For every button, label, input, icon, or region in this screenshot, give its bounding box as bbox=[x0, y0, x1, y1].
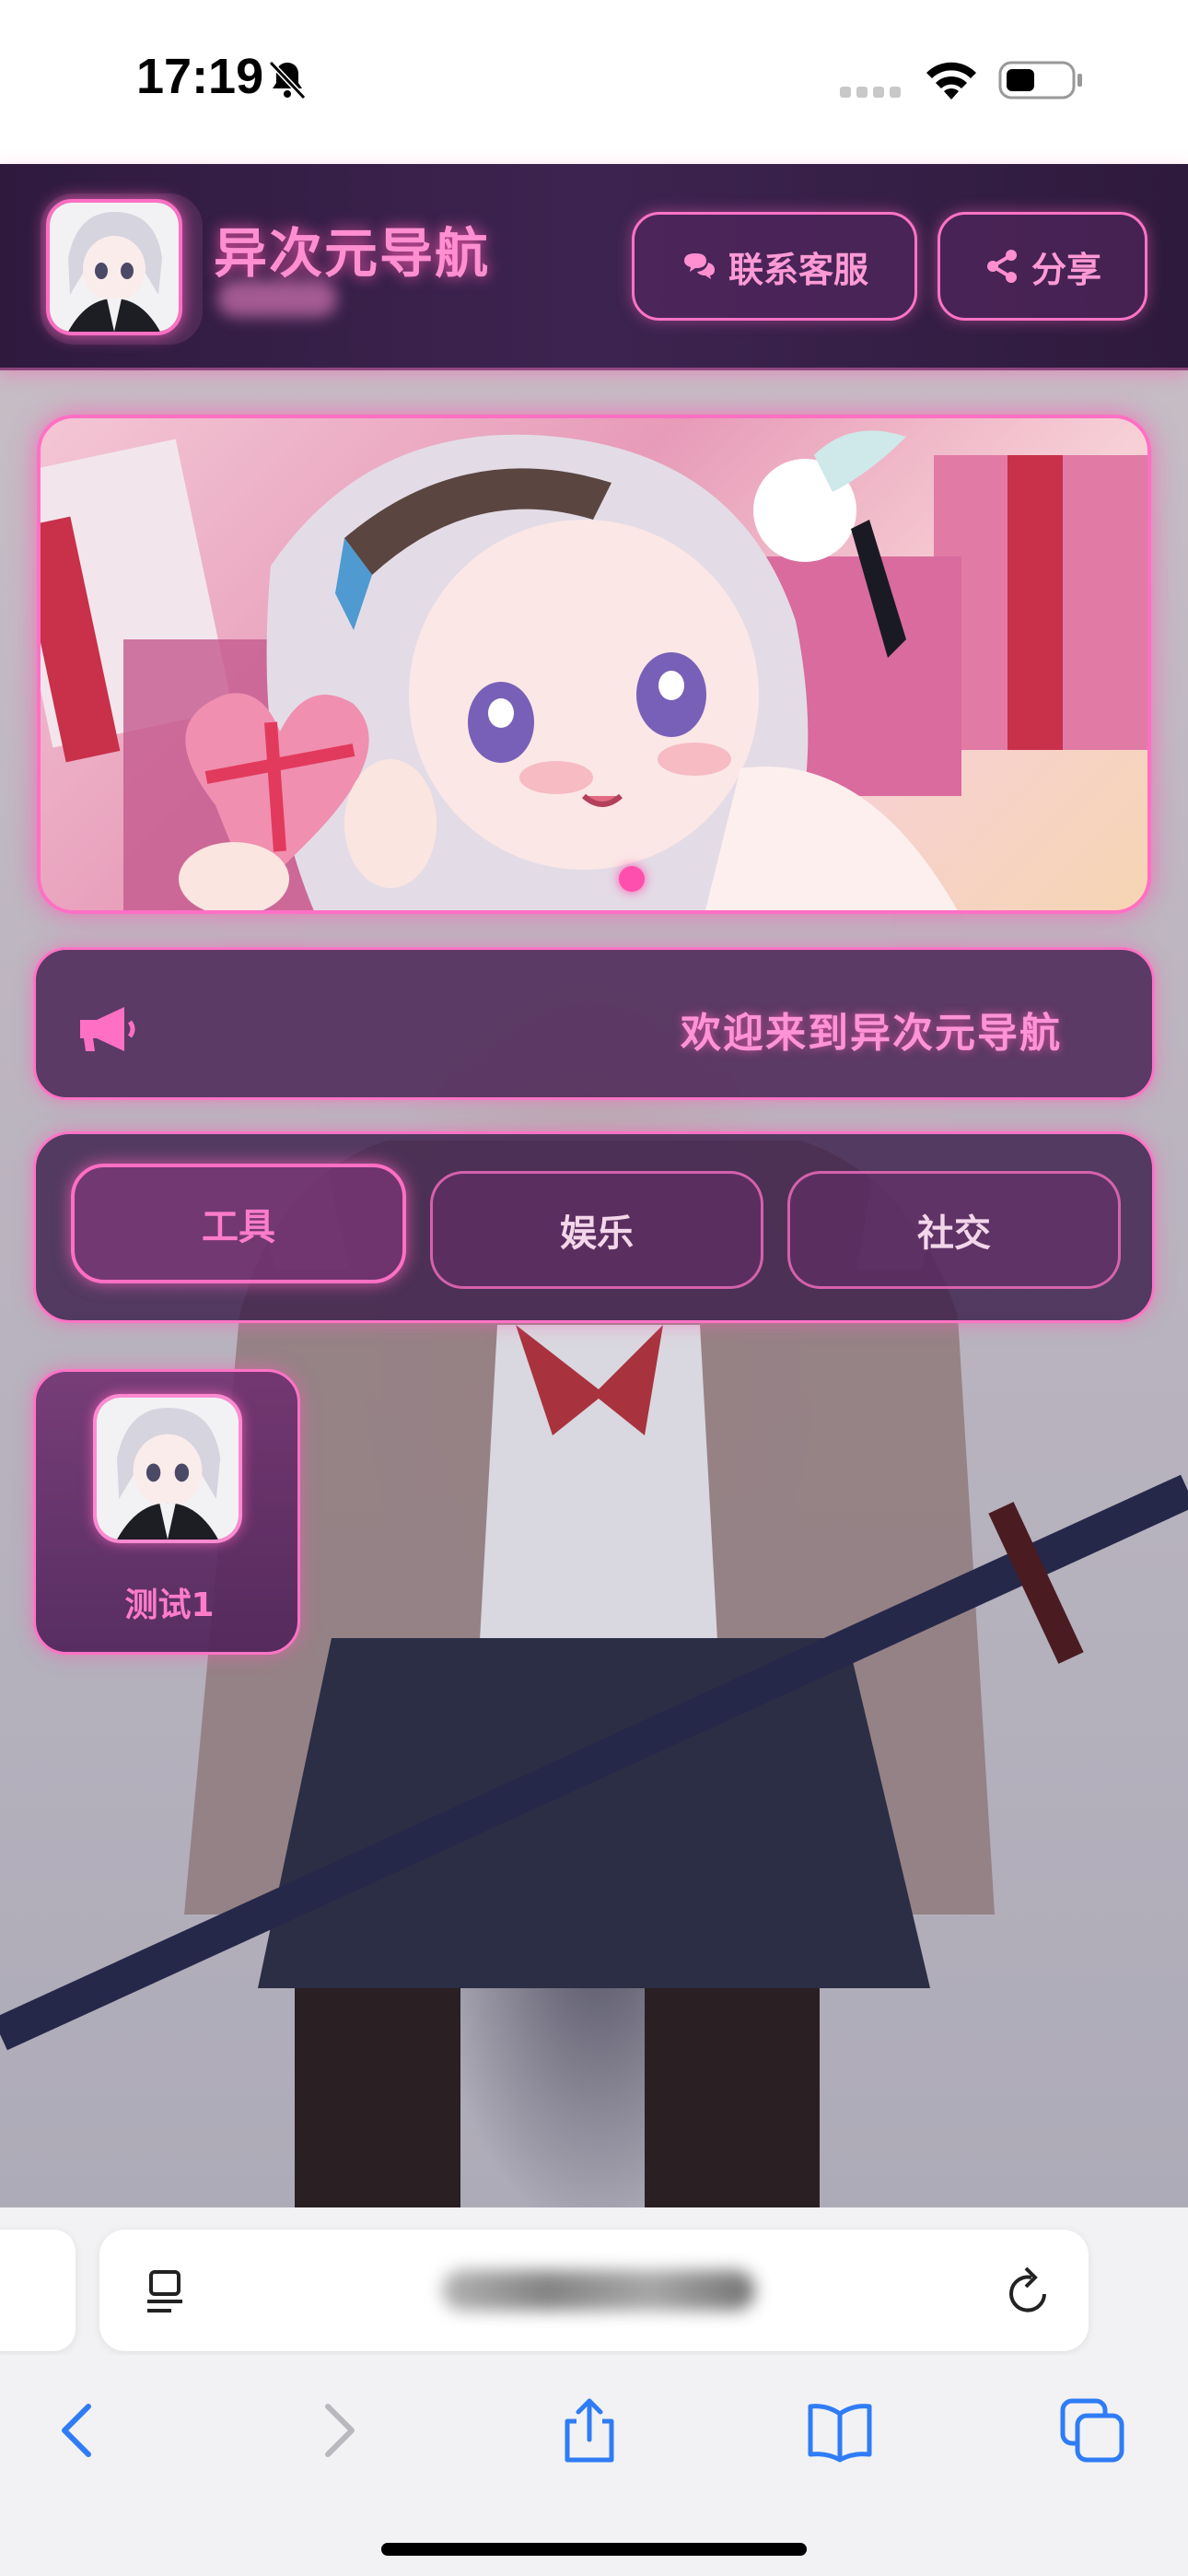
share-label: 分享 bbox=[1031, 249, 1101, 290]
contact-support-button[interactable]: 联系客服 bbox=[632, 212, 917, 321]
page-menu-icon[interactable] bbox=[146, 2268, 190, 2314]
notice-text: 欢迎来到异次元导航 bbox=[681, 1010, 1062, 1057]
site-icon bbox=[93, 1394, 242, 1543]
tab-social[interactable]: 社交 bbox=[787, 1171, 1121, 1289]
chat-bubbles-icon bbox=[683, 253, 715, 279]
logo-container[interactable] bbox=[41, 193, 203, 345]
reload-icon[interactable] bbox=[1004, 2266, 1052, 2316]
bookmarks-icon[interactable] bbox=[803, 2394, 877, 2467]
address-bar[interactable] bbox=[99, 2230, 1089, 2351]
status-bar: 17:19 bbox=[0, 0, 1188, 164]
back-icon[interactable] bbox=[42, 2394, 116, 2467]
status-time: 17:19 bbox=[136, 49, 264, 104]
banner-image bbox=[41, 430, 1147, 910]
share-nodes-icon bbox=[986, 250, 1017, 283]
home-indicator bbox=[381, 2543, 807, 2556]
notice-bar: 欢迎来到异次元导航 bbox=[33, 947, 1155, 1100]
carousel-indicator-dot[interactable] bbox=[619, 866, 645, 892]
anime-avatar-image bbox=[50, 203, 179, 332]
anime-avatar-image bbox=[97, 1398, 239, 1540]
browser-toolbar bbox=[0, 2355, 1188, 2576]
wifi-icon bbox=[926, 62, 976, 100]
battery-icon bbox=[998, 61, 1082, 100]
tab-tools[interactable]: 工具 bbox=[71, 1164, 406, 1283]
site-card-label: 测试1 bbox=[124, 1587, 215, 1624]
tabs-icon[interactable] bbox=[1055, 2394, 1129, 2467]
previous-tab-preview[interactable] bbox=[0, 2230, 76, 2351]
browser-address-area bbox=[0, 2207, 1188, 2355]
site-title: 异次元导航 bbox=[214, 222, 491, 285]
signal-icon bbox=[840, 87, 901, 98]
tab-entertainment[interactable]: 娱乐 bbox=[430, 1171, 763, 1289]
forward-icon[interactable] bbox=[300, 2394, 374, 2467]
url-redacted bbox=[442, 2270, 755, 2311]
category-tabs: 工具 娱乐 社交 bbox=[33, 1131, 1155, 1323]
bell-slash-icon bbox=[268, 60, 307, 100]
banner-carousel[interactable] bbox=[37, 415, 1151, 914]
site-header: 异次元导航 联系客服 分享 bbox=[0, 164, 1188, 370]
logo-avatar bbox=[46, 199, 182, 335]
megaphone-icon bbox=[80, 1007, 135, 1051]
contact-support-label: 联系客服 bbox=[728, 249, 868, 290]
site-subtitle-redacted bbox=[217, 280, 337, 317]
share-button[interactable]: 分享 bbox=[938, 212, 1147, 321]
site-card[interactable]: 测试1 bbox=[33, 1369, 300, 1655]
share-icon[interactable] bbox=[553, 2394, 626, 2467]
